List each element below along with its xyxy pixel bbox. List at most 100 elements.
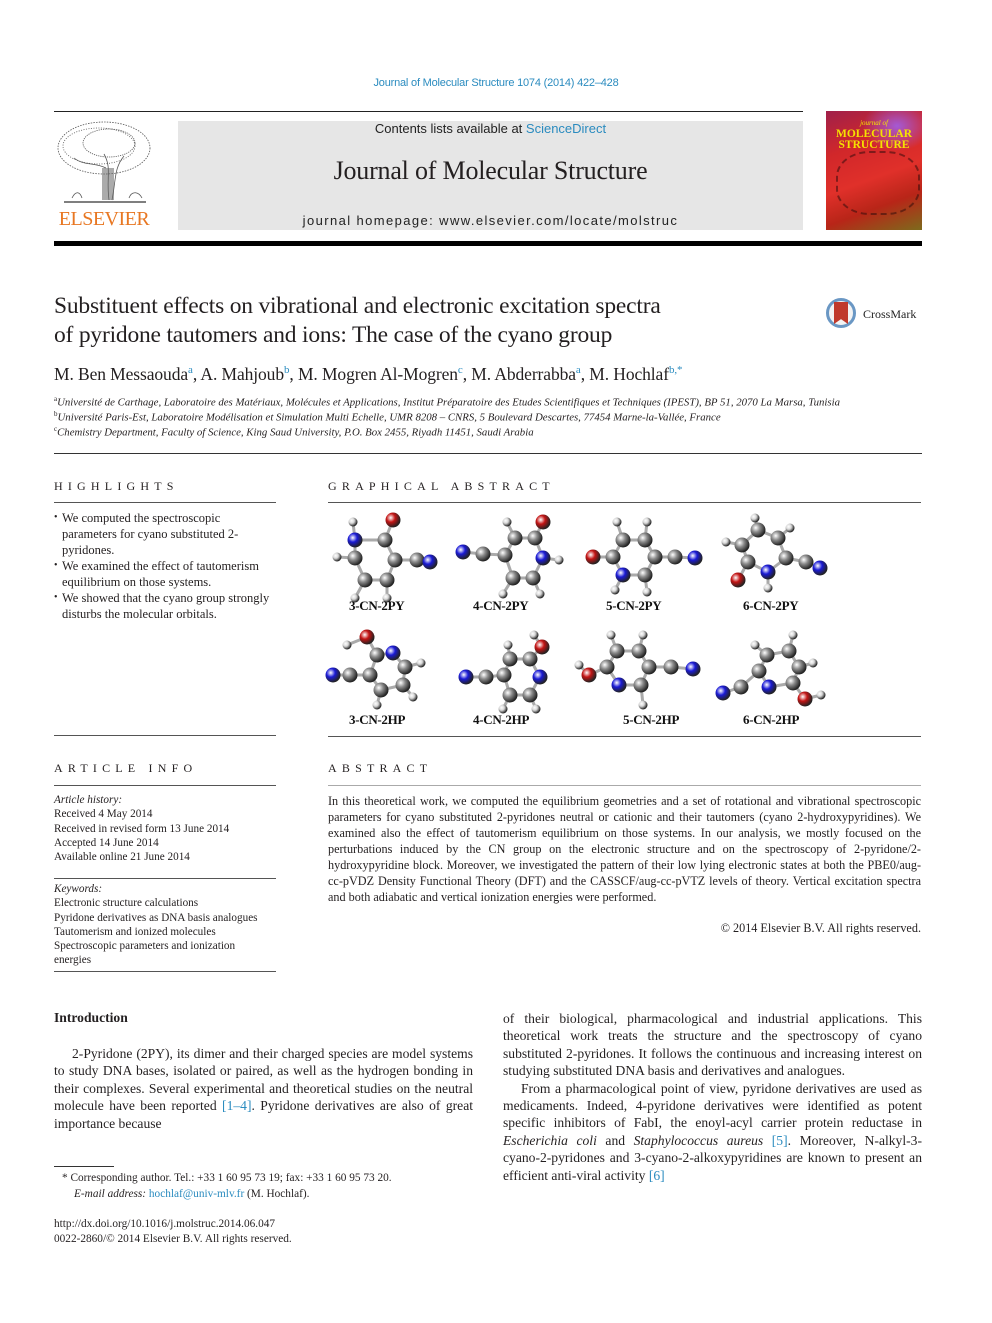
molecule-structure-icon [458,630,550,714]
issn-line: 0022-2860/© 2014 Elsevier B.V. All right… [54,1233,292,1245]
sciencedirect-link[interactable]: ScienceDirect [526,121,606,136]
citation-link[interactable]: [6] [649,1168,665,1183]
journal-cover-image[interactable]: journal of MOLECULAR STRUCTURE [826,111,922,230]
abstract-text: In this theoretical work, we computed th… [328,794,921,904]
author[interactable]: M. Mogren Al-Mogrenc [298,364,463,384]
atom-C [599,659,615,675]
atom-C [357,572,373,588]
atom-N [685,661,701,677]
intro-left-column: 2-Pyridone (2PY), its dimer and their ch… [54,1045,473,1132]
affil-marker[interactable]: c [458,364,463,376]
atom-N [687,550,703,566]
molecule-model [325,510,450,605]
highlights-list: We computed the spectroscopic parameters… [54,510,274,622]
email-label: E-mail address: [74,1188,149,1200]
atom-C [397,659,413,675]
atom-C [798,554,814,570]
header-thick-rule [54,241,922,246]
atom-H [638,630,648,640]
affil-marker[interactable]: a [576,364,581,376]
atom-C [734,537,750,553]
cover-title: MOLECULAR STRUCTURE [826,128,922,151]
atom-H [642,517,652,527]
author[interactable]: M. Abderrabbaa [471,364,581,384]
email-link[interactable]: hochlaf@univ-mlv.fr [149,1188,244,1200]
journal-title: Journal of Molecular Structure [333,156,648,185]
atom-C [637,567,653,583]
highlight-item: We computed the spectroscopic parameters… [54,510,274,558]
article-info-heading: ARTICLE INFO [54,761,198,775]
article-title: Substituent effects on vibrational and e… [54,292,794,350]
keyword-item: Tautomerism and ionized molecules [54,925,216,938]
atom-H [763,583,773,593]
atom-C [609,643,625,659]
atom-N [760,564,776,580]
atom-N [458,669,474,685]
atom-H [502,517,512,527]
citation-link[interactable]: [5] [772,1133,788,1148]
contents-prefix: Contents lists available at [374,121,526,136]
author[interactable]: M. Hochlafb,* [589,364,682,384]
atom-C [478,669,494,685]
atom-N [761,679,777,695]
keyword-item: Pyridone derivatives as DNA basis analog… [54,911,258,924]
atom-C [369,647,385,663]
atom-C [379,572,395,588]
atom-H [554,555,564,565]
author[interactable]: M. Ben Messaoudaa [54,364,193,384]
atom-N [385,645,401,661]
header-rule [54,111,803,112]
atom-O [585,549,601,565]
intro-paragraph: 2-Pyridone (2PY), its dimer and their ch… [54,1046,474,1131]
atom-H [750,640,760,650]
atom-C [781,643,797,659]
affiliation-b: bUniversité Paris-Est, Laboratoire Modél… [54,410,721,424]
atom-N [532,669,548,685]
atom-N [455,544,471,560]
atom-C [527,530,543,546]
atom-N [812,560,828,576]
molecule-structure-icon [325,629,426,710]
keywords-rule [54,971,276,972]
atom-C [740,554,756,570]
journal-reference-link[interactable]: Journal of Molecular Structure 1074 (201… [0,77,992,89]
atom-C [785,675,801,691]
journal-homepage-link[interactable]: journal homepage: www.elsevier.com/locat… [178,213,803,228]
atom-C [373,682,389,698]
atom-C [633,677,649,693]
atom-C [342,667,358,683]
history-item: Available online 21 June 2014 [54,851,190,864]
atom-C [750,522,766,538]
atom-C [751,663,767,679]
highlights-rule [54,502,276,503]
atom-H [535,589,545,599]
atom-N [611,677,627,693]
atom-C [377,532,393,548]
atom-C [770,530,786,546]
cover-title-line2: STRUCTURE [838,139,910,151]
atom-H [503,640,513,650]
keywords: Keywords: Electronic structure calculati… [54,882,279,968]
intro-right-column: of their biological, pharmacological and… [503,1010,922,1184]
article-history: Article history: Received 4 May 2014 Rec… [54,793,279,864]
affil-marker[interactable]: b [284,364,290,376]
affil-marker[interactable]: b,* [669,364,683,376]
highlight-item: We examined the effect of tautomerism eq… [54,558,274,590]
author[interactable]: A. Mahjoubb [200,364,289,384]
atom-C [387,552,403,568]
atom-N [615,567,631,583]
intro-paragraph: of their biological, pharmacological and… [503,1011,922,1079]
atom-N [422,554,438,570]
molecule-model [455,510,580,605]
atom-C [409,552,425,568]
atom-C [637,532,653,548]
cover-small-text: journal of [860,119,888,127]
citation-link[interactable]: [1–4] [222,1098,251,1113]
atom-C [615,532,631,548]
crossmark-button[interactable]: CrossMark [826,298,926,334]
atom-C [347,550,363,566]
doi-link[interactable]: http://dx.doi.org/10.1016/j.molstruc.201… [54,1216,484,1232]
atom-H [816,690,826,700]
affil-marker[interactable]: a [188,364,193,376]
highlights-bottom-rule [54,735,276,736]
